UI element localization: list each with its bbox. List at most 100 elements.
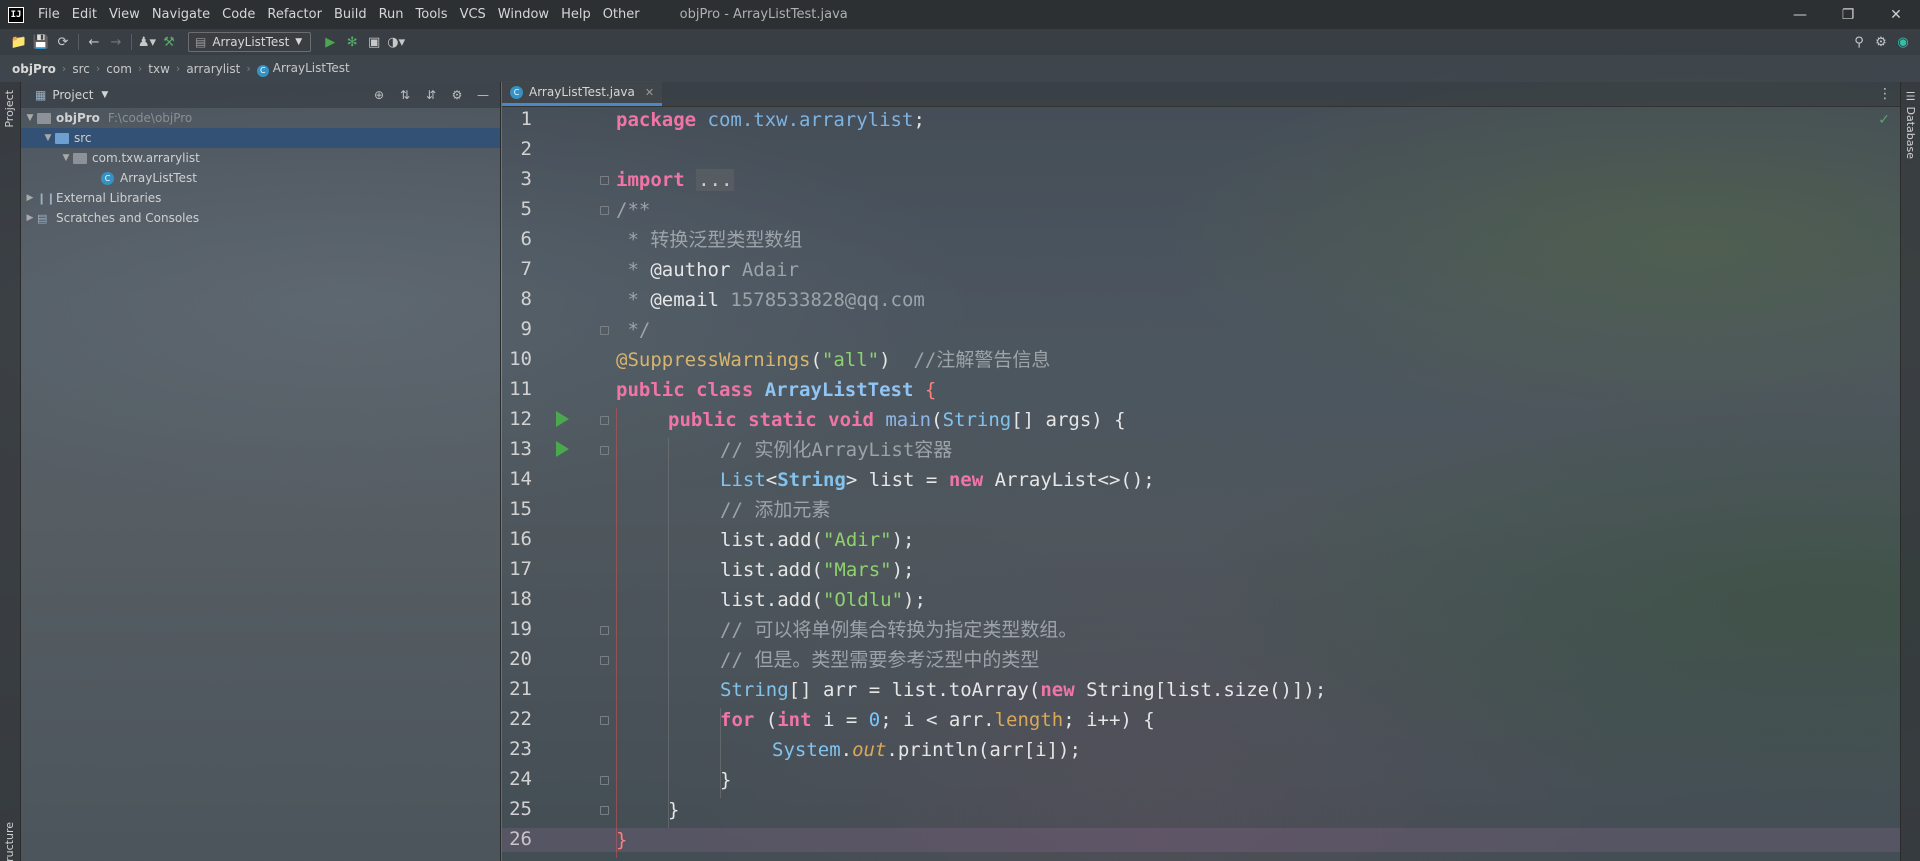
tree-node-external-libraries[interactable]: ▶ ❙❙ External Libraries [21, 188, 500, 208]
add-configuration-user-icon[interactable]: ♟▾ [136, 32, 158, 52]
collapse-all-icon[interactable]: ⇵ [420, 88, 442, 102]
menu-help[interactable]: Help [555, 7, 597, 22]
gear-icon[interactable]: ⚙ [446, 88, 468, 102]
breadcrumb-class[interactable]: C ArrayListTest [256, 61, 350, 77]
chevron-right-icon[interactable]: ▶ [23, 193, 37, 203]
code-token: com.txw.arrarylist [707, 109, 914, 131]
profile-dropdown-icon[interactable]: ◑▾ [385, 32, 407, 52]
menu-run[interactable]: Run [373, 7, 410, 22]
code-token: Adair [730, 259, 800, 281]
code-line-7: * @author Adair [616, 258, 799, 282]
code-token: } [616, 829, 628, 851]
fold-marker-icon[interactable] [600, 416, 609, 425]
open-folder-icon[interactable]: 📁 [8, 32, 30, 52]
code-token: out [852, 739, 887, 761]
menu-code[interactable]: Code [216, 7, 261, 22]
fold-marker-icon[interactable] [600, 176, 609, 185]
menu-tools[interactable]: Tools [410, 7, 454, 22]
tree-node-src[interactable]: ▼ src [21, 128, 500, 148]
intellij-logo-icon: IJ [8, 6, 24, 23]
debug-bug-icon[interactable]: ✻ [341, 32, 363, 52]
breadcrumb-txw[interactable]: txw [148, 62, 170, 76]
menu-window[interactable]: Window [492, 7, 555, 22]
project-tool-window-button[interactable]: Project [3, 90, 16, 128]
hide-panel-icon[interactable]: — [472, 88, 494, 102]
tree-node-class-file[interactable]: C ArrayListTest [21, 168, 500, 188]
build-hammer-icon[interactable]: ⚒ [158, 32, 180, 52]
structure-tool-window-button[interactable]: ructure [3, 822, 16, 861]
run-with-coverage-icon[interactable]: ▣ [363, 32, 385, 52]
tree-node-package[interactable]: ▼ com.txw.arrarylist [21, 148, 500, 168]
chevron-down-icon[interactable]: ▼ [23, 113, 37, 123]
breadcrumb-package[interactable]: arrarylist [186, 62, 240, 76]
chevron-down-icon[interactable]: ▼ [101, 90, 108, 100]
restore-icon[interactable]: ❐ [1824, 0, 1872, 29]
settings-gear-icon[interactable]: ⚙ [1870, 32, 1892, 52]
chevron-right-icon[interactable]: ▶ [23, 213, 37, 223]
folded-imports[interactable]: ... [696, 169, 735, 191]
scratches-icon: ▤ [37, 211, 48, 225]
menu-view[interactable]: View [103, 7, 146, 22]
code-token: length [994, 709, 1064, 731]
tree-label: objPro [56, 111, 100, 125]
close-window-icon[interactable]: ✕ [1872, 0, 1920, 29]
jetbrains-toolbox-icon[interactable]: ◉ [1892, 32, 1914, 52]
fold-marker-icon[interactable] [600, 776, 609, 785]
sync-icon[interactable]: ⟳ [52, 32, 74, 52]
fold-marker-icon[interactable] [600, 206, 609, 215]
minimize-icon[interactable]: — [1776, 0, 1824, 29]
chevron-down-icon[interactable]: ▼ [59, 153, 73, 163]
menu-edit[interactable]: Edit [66, 7, 103, 22]
breadcrumb-src[interactable]: src [72, 62, 90, 76]
search-icon[interactable]: ⚲ [1848, 32, 1870, 52]
code-line-9: */ [616, 319, 651, 341]
more-options-icon[interactable]: ⋮ [1878, 86, 1892, 102]
run-icon[interactable]: ▶ [319, 32, 341, 52]
code-token: list.add( [720, 559, 823, 581]
menu-navigate[interactable]: Navigate [146, 7, 216, 22]
run-main-gutter-icon[interactable] [556, 441, 569, 457]
save-all-icon[interactable]: 💾 [30, 32, 52, 52]
code-token: @email [650, 289, 719, 311]
code-token: ); [891, 559, 915, 581]
fold-marker-icon[interactable] [600, 626, 609, 635]
breadcrumb-com[interactable]: com [106, 62, 132, 76]
line-number: 8 [520, 288, 532, 310]
fold-marker-icon[interactable] [600, 656, 609, 665]
line-number: 3 [520, 168, 532, 190]
fold-marker-icon[interactable] [600, 716, 609, 725]
menu-build[interactable]: Build [328, 7, 373, 22]
breadcrumb-chevron-icon: › [61, 62, 67, 75]
forward-arrow-icon[interactable]: → [105, 32, 127, 52]
close-tab-icon[interactable]: ✕ [645, 86, 654, 99]
indent-guide [668, 438, 669, 828]
menu-vcs[interactable]: VCS [454, 7, 492, 22]
run-class-gutter-icon[interactable] [556, 411, 569, 427]
tab-arraylisttest-java[interactable]: C ArrayListTest.java ✕ [502, 81, 663, 106]
structure-stripe-label: ructure [3, 822, 16, 861]
code-token: ArrayListTest [764, 379, 914, 401]
fold-marker-icon[interactable] [600, 326, 609, 335]
fold-marker-icon[interactable] [600, 446, 609, 455]
menu-other[interactable]: Other [597, 7, 646, 22]
code-area[interactable]: package com.txw.arrarylist; import ... /… [502, 108, 1900, 861]
code-line-20: // 但是。类型需要参考泛型中的类型 [720, 649, 1040, 671]
back-arrow-icon[interactable]: ← [83, 32, 105, 52]
fold-marker-icon[interactable] [600, 806, 609, 815]
breadcrumb-project[interactable]: objPro [12, 62, 56, 76]
tree-node-project-root[interactable]: ▼ objPro F:\code\objPro [21, 108, 500, 128]
tree-node-scratches[interactable]: ▶ ▤ Scratches and Consoles [21, 208, 500, 228]
java-class-icon: C [256, 64, 269, 77]
code-line-26: } [502, 828, 1900, 852]
run-configuration-select[interactable]: ▤ ArrayListTest ▼ [188, 32, 312, 52]
menu-refactor[interactable]: Refactor [261, 7, 328, 22]
code-token: . [840, 739, 853, 761]
project-panel-title[interactable]: Project [52, 88, 93, 102]
locate-target-icon[interactable]: ⊕ [368, 88, 390, 102]
database-tool-window-button[interactable]: ☰ Database [1904, 90, 1917, 159]
chevron-down-icon[interactable]: ▼ [41, 133, 55, 143]
expand-all-icon[interactable]: ⇅ [394, 88, 416, 102]
editor-gutter: 1 2 3 5 6 7 8 9 10 11 12 13 14 15 16 17 … [502, 108, 609, 861]
code-token: new [1040, 679, 1075, 701]
menu-file[interactable]: File [32, 7, 66, 22]
